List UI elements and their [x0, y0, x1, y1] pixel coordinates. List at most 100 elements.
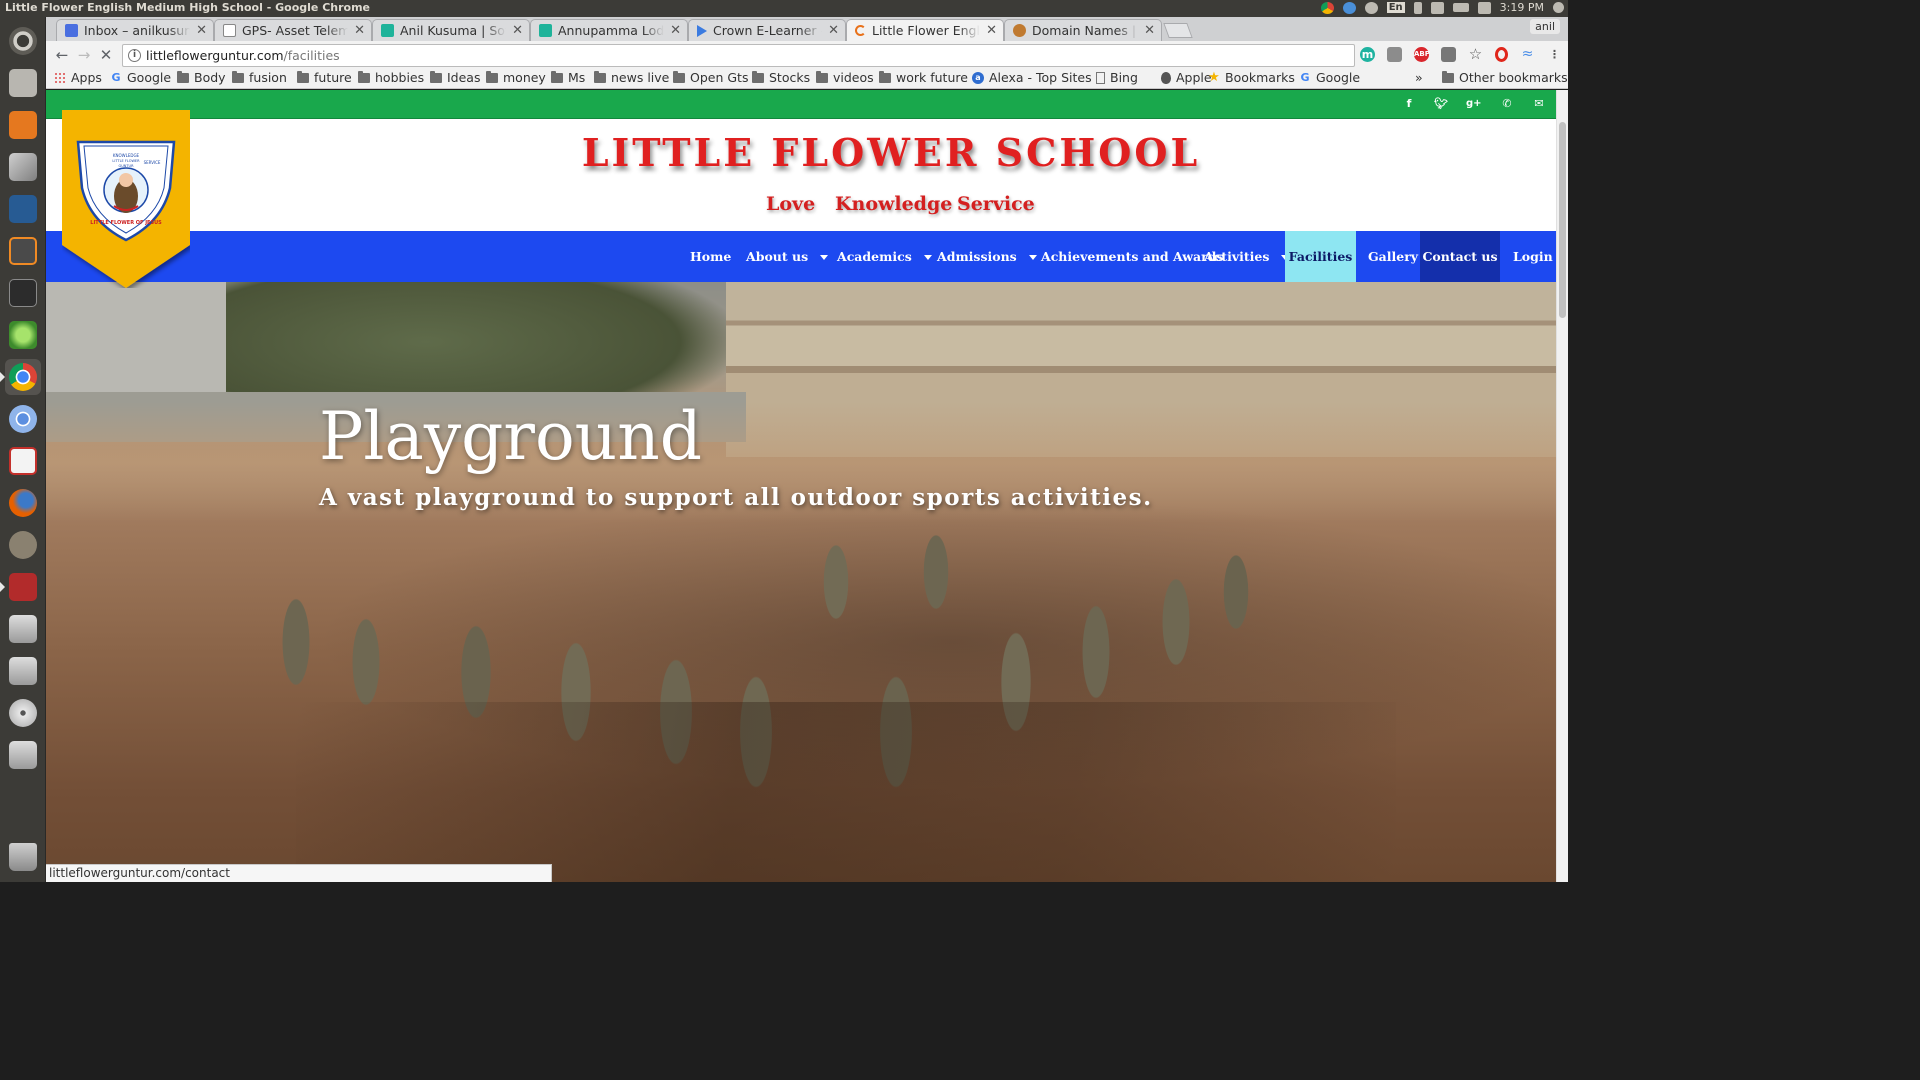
tab-crown-elearner[interactable]: Crown E-Learner - A ✕	[688, 19, 846, 41]
launcher-files[interactable]	[5, 65, 41, 101]
launcher-drive-1[interactable]	[5, 611, 41, 647]
launcher-terminal[interactable]	[5, 275, 41, 311]
dash-home-button[interactable]	[5, 23, 41, 59]
launcher-mysql-workbench[interactable]	[5, 191, 41, 227]
extension-mail-icon[interactable]	[1441, 47, 1456, 62]
forward-arrow-icon[interactable]: →	[74, 45, 94, 65]
nav-academics[interactable]: Academics	[837, 231, 932, 282]
bookmark-folder-fusion[interactable]: fusion	[232, 70, 287, 85]
opera-icon[interactable]	[1495, 47, 1508, 62]
school-crest-logo[interactable]: KNOWLEDGE SERVICE LITTLE FLOWER GUNTUR L…	[62, 110, 190, 288]
tab-inbox[interactable]: Inbox – anilkusuma ✕	[56, 19, 214, 41]
close-icon[interactable]: ✕	[986, 23, 997, 38]
launcher-firefox[interactable]	[5, 485, 41, 521]
tab-anil-kusuma[interactable]: Anil Kusuma | Softw ✕	[372, 19, 530, 41]
volume-icon[interactable]	[1477, 1, 1491, 14]
bookmark-alexa[interactable]: a Alexa - Top Sites	[972, 70, 1092, 85]
launcher-chromium[interactable]	[5, 401, 41, 437]
adblock-icon[interactable]: ABP	[1414, 47, 1430, 62]
battery-icon[interactable]	[1452, 3, 1469, 12]
launcher-software-center[interactable]	[5, 107, 41, 143]
nav-activities[interactable]: Activities	[1204, 231, 1290, 282]
nav-admissions[interactable]: Admissions	[937, 231, 1037, 282]
google-plus-icon[interactable]: g+	[1466, 97, 1482, 111]
close-icon[interactable]: ✕	[828, 23, 839, 38]
bookmark-folder-open-gts[interactable]: Open Gts	[673, 70, 748, 85]
bookmark-apple[interactable]: Apple	[1161, 70, 1212, 85]
launcher-gps[interactable]	[5, 317, 41, 353]
launcher-optical-disc[interactable]	[5, 695, 41, 731]
mail-icon[interactable]	[1430, 1, 1444, 14]
extension-box-icon[interactable]	[1387, 47, 1402, 62]
extension-wave-icon[interactable]: ≈	[1520, 47, 1535, 62]
launcher-wine[interactable]	[0, 569, 41, 605]
drive-icon	[9, 615, 37, 643]
bookmark-folder-hobbies[interactable]: hobbies	[358, 70, 424, 85]
launcher-sublime[interactable]	[5, 233, 41, 269]
email-icon[interactable]: ✉	[1532, 97, 1546, 111]
back-arrow-icon[interactable]: ←	[52, 45, 72, 65]
wifi-icon[interactable]	[1364, 1, 1378, 14]
other-bookmarks[interactable]: Other bookmarks	[1442, 70, 1568, 85]
bookmark-folder-ms[interactable]: Ms	[551, 70, 585, 85]
clock[interactable]: 3:19 PM	[1500, 1, 1544, 14]
gear-icon[interactable]	[1553, 2, 1564, 13]
bookmark-google[interactable]: G Google	[110, 70, 171, 85]
twitter-icon[interactable]: 🐦︎	[1434, 97, 1448, 111]
bookmark-folder-news-live[interactable]: news live	[594, 70, 669, 85]
page-icon	[1096, 71, 1105, 84]
keyboard-layout[interactable]: En	[1386, 2, 1405, 13]
bookmark-bing[interactable]: Bing	[1096, 70, 1138, 85]
facebook-icon[interactable]: f	[1402, 97, 1416, 111]
url-host: littleflowerguntur.com	[146, 48, 284, 63]
scrollbar-thumb[interactable]	[1559, 122, 1566, 318]
bookmark-folder-body[interactable]: Body	[177, 70, 226, 85]
tab-little-flower[interactable]: Little Flower Englis ✕	[846, 19, 1004, 41]
bookmarks-overflow-button[interactable]: »	[1415, 70, 1423, 85]
nav-facilities[interactable]: Facilities	[1285, 231, 1356, 282]
close-icon[interactable]: ✕	[1144, 23, 1155, 38]
nav-about-us[interactable]: About us	[746, 231, 829, 282]
launcher-text-editor[interactable]	[5, 443, 41, 479]
launcher-settings[interactable]	[5, 149, 41, 185]
tab-gps[interactable]: GPS- Asset Telemat ✕	[214, 19, 372, 41]
launcher-drive-2[interactable]	[5, 653, 41, 689]
bookmark-folder-ideas[interactable]: Ideas	[430, 70, 480, 85]
phone-icon[interactable]: ✆	[1500, 97, 1514, 111]
bookmark-folder-money[interactable]: money	[486, 70, 546, 85]
bookmark-folder-stocks[interactable]: Stocks	[752, 70, 810, 85]
bookmark-folder-work-future[interactable]: work future	[879, 70, 968, 85]
bluetooth-icon[interactable]	[1413, 1, 1422, 14]
address-bar[interactable]: i littleflowerguntur.com/facilities	[122, 44, 1355, 67]
bookmark-apps[interactable]: Apps	[54, 70, 102, 85]
page-scrollbar[interactable]	[1556, 90, 1568, 882]
nav-login[interactable]: Login	[1513, 231, 1553, 282]
new-tab-button[interactable]	[1163, 23, 1193, 38]
chrome-menu-icon[interactable]: ⋮	[1547, 47, 1562, 62]
extension-m-icon[interactable]: m	[1360, 47, 1375, 62]
profile-button[interactable]: anil	[1530, 19, 1560, 34]
close-icon[interactable]: ✕	[512, 23, 523, 38]
close-icon[interactable]: ✕	[196, 23, 207, 38]
info-icon[interactable]: i	[128, 49, 141, 62]
launcher-trash[interactable]	[5, 839, 41, 875]
bookmark-folder-videos[interactable]: videos	[816, 70, 874, 85]
chrome-tray-icon[interactable]	[1320, 1, 1334, 14]
bookmark-star-icon[interactable]: ☆	[1468, 47, 1483, 62]
nav-contact-us[interactable]: Contact us	[1420, 231, 1500, 282]
launcher-gimp[interactable]	[5, 527, 41, 563]
nav-home[interactable]: Home	[690, 231, 731, 282]
tab-domain-names[interactable]: Domain Names | Th ✕	[1004, 19, 1162, 41]
sync-tray-icon[interactable]	[1342, 1, 1356, 14]
close-icon[interactable]: ✕	[354, 23, 365, 38]
launcher-chrome[interactable]	[0, 359, 41, 395]
close-icon[interactable]: ✕	[670, 23, 681, 38]
bookmark-folder-future[interactable]: future	[297, 70, 352, 85]
nav-gallery[interactable]: Gallery	[1368, 231, 1418, 282]
stop-loading-icon[interactable]: ✕	[96, 45, 116, 65]
launcher-drive-3[interactable]	[5, 737, 41, 773]
bookmark-google-2[interactable]: G Google	[1299, 70, 1360, 85]
tab-annupamma[interactable]: Annupamma Lodge ✕	[530, 19, 688, 41]
nav-achievements[interactable]: Achievements and Awards	[1041, 231, 1223, 282]
bookmark-bookmarks[interactable]: ★ Bookmarks	[1208, 70, 1295, 85]
